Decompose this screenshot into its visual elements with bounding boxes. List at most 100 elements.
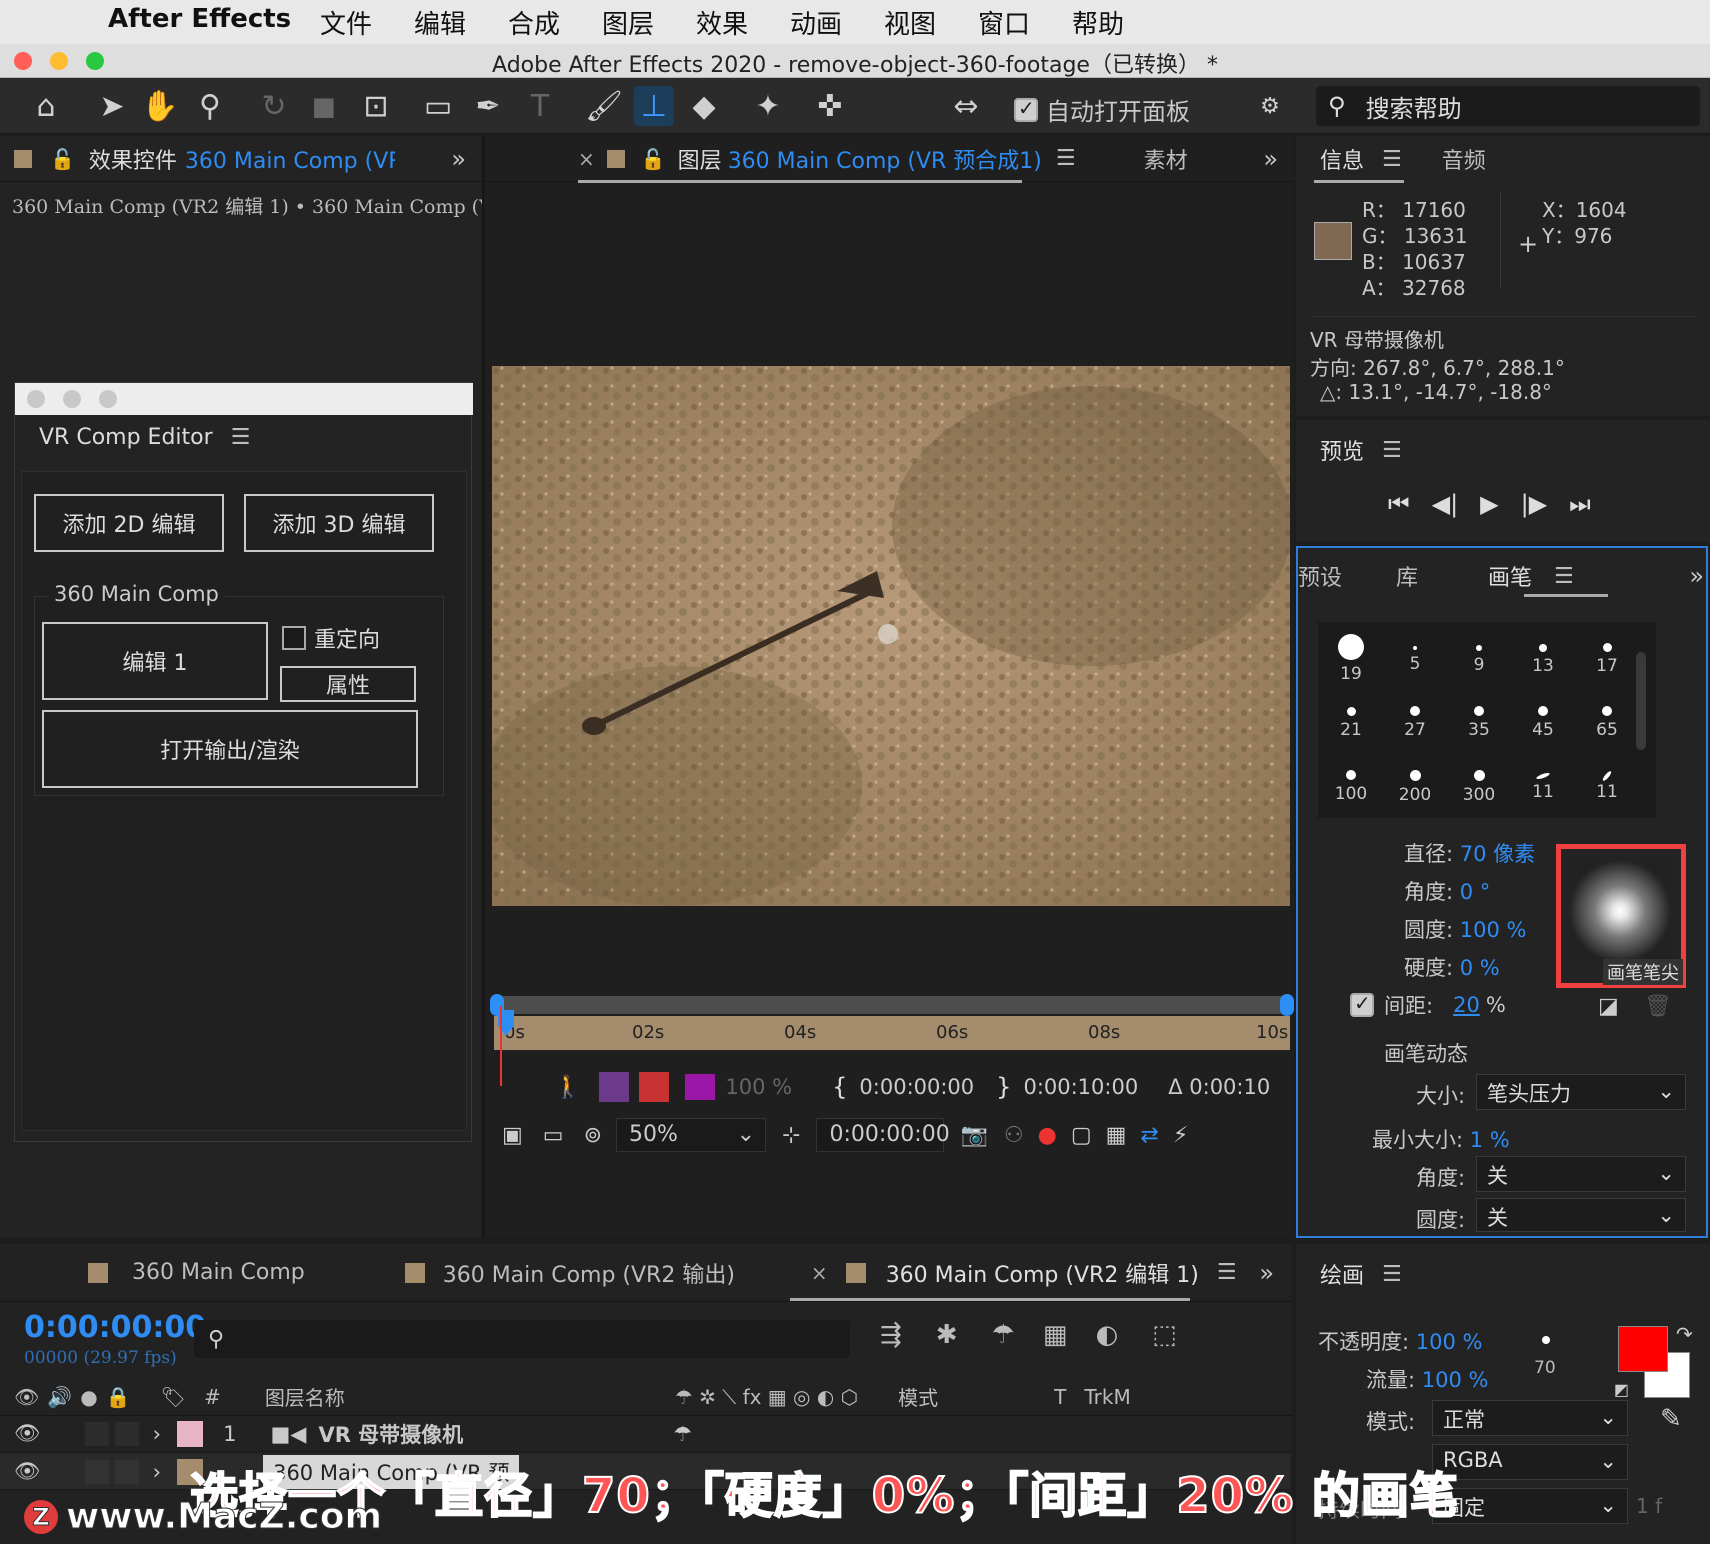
menu-file[interactable]: 文件 (320, 4, 372, 41)
info-menu-icon[interactable]: ☰ (1382, 147, 1402, 172)
eraser-tool-icon[interactable]: ◆ (684, 86, 724, 126)
menu-composition[interactable]: 合成 (508, 4, 560, 41)
video-visibility-icon[interactable]: 👁 (14, 1385, 39, 1409)
column-layer-name[interactable]: 图层名称 (265, 1382, 345, 1411)
current-time-field[interactable]: 0:00:00:00 (816, 1118, 950, 1152)
3d-view-icon[interactable]: ⇄ (1140, 1123, 1158, 1148)
always-preview-icon[interactable]: ▣ (502, 1123, 523, 1148)
eyedropper-icon[interactable]: ✎ (1660, 1404, 1682, 1434)
brush-tip-9[interactable]: 9 (1450, 632, 1508, 690)
dyn-angle-dropdown[interactable]: 关 ⌄ (1476, 1156, 1686, 1192)
spacing-value[interactable]: 20 (1453, 993, 1480, 1017)
menu-edit[interactable]: 编辑 (414, 4, 466, 41)
column-mode[interactable]: 模式 (898, 1382, 938, 1411)
footage-frame[interactable] (492, 366, 1290, 906)
roto-brush-tool-icon[interactable]: ✦ (748, 86, 788, 126)
brush-tip-35[interactable]: 35 (1450, 696, 1508, 754)
camera-tool-icon[interactable]: ◼ (304, 86, 344, 126)
timeline-overflow-icon[interactable]: » (1259, 1259, 1274, 1287)
viewer-opacity[interactable]: 100 % (725, 1075, 792, 1099)
rectangle-tool-icon[interactable]: ▭ (418, 86, 458, 126)
brush-tip-5[interactable]: 5 (1386, 632, 1444, 690)
audio-tab[interactable]: 音频 (1442, 143, 1486, 175)
brush-tip-13[interactable]: 13 (1514, 632, 1572, 690)
pan-behind-tool-icon[interactable]: ⊡ (356, 86, 396, 126)
effects-tab-label[interactable]: 效果控件 (89, 143, 177, 175)
open-output-render-button[interactable]: 打开输出/渲染 (42, 710, 418, 788)
channels-icon[interactable]: ● (1038, 1123, 1057, 1148)
timeline-tab-output[interactable]: 360 Main Comp (VR2 输出) (443, 1257, 735, 1289)
onion-color-swatch[interactable] (685, 1074, 716, 1100)
brushes-tab[interactable]: 画笔 (1488, 560, 1532, 592)
library-tab[interactable]: 库 (1396, 560, 1418, 592)
in-point-time[interactable]: 0:00:00:00 (859, 1075, 974, 1099)
brush-tip-11b[interactable]: 11 (1578, 760, 1636, 818)
title-action-safe-icon[interactable]: ⊹ (782, 1123, 800, 1148)
brush-tip-65[interactable]: 65 (1578, 696, 1636, 754)
lock-box[interactable] (114, 1459, 139, 1484)
menu-animation[interactable]: 动画 (790, 4, 842, 41)
region-of-interest-icon[interactable]: ▢ (1071, 1123, 1092, 1148)
visibility-eye-icon[interactable]: 👁 (14, 1459, 41, 1484)
type-tool-icon[interactable]: T (520, 86, 560, 126)
layer-tab-label[interactable]: 图层 (678, 143, 722, 175)
solo-icon[interactable]: ● (80, 1385, 97, 1409)
shy-layers-icon[interactable]: ☂ (992, 1320, 1015, 1350)
viewer-lock-icon[interactable]: 🔓 (641, 147, 666, 171)
hardness-value[interactable]: 0 % (1460, 956, 1500, 980)
frame-blending-icon[interactable]: ▦ (1043, 1320, 1068, 1350)
menu-window[interactable]: 窗口 (978, 4, 1030, 41)
transparency-grid-icon[interactable]: ▦ (1106, 1123, 1127, 1148)
presets-tab[interactable]: 预设 (1298, 560, 1342, 592)
menu-effect[interactable]: 效果 (696, 4, 748, 41)
out-point-time[interactable]: 0:00:10:00 (1023, 1075, 1138, 1099)
lock-column-icon[interactable]: 🔒 (106, 1385, 131, 1409)
add-2d-edit-button[interactable]: 添加 2D 编辑 (34, 494, 224, 552)
paint-channels-dropdown[interactable]: RGBA ⌄ (1432, 1444, 1628, 1480)
roundness-value[interactable]: 100 % (1460, 918, 1527, 942)
brush-tip-300[interactable]: 300 (1450, 760, 1508, 818)
set-in-point-icon[interactable]: { (832, 1073, 847, 1101)
spacing-checkbox[interactable] (1350, 991, 1374, 1017)
brush-tip-11a[interactable]: 11 (1514, 760, 1572, 818)
next-frame-icon[interactable]: |▶ (1521, 490, 1548, 518)
default-colors-icon[interactable]: ◩ (1614, 1380, 1629, 1399)
menu-layer[interactable]: 图层 (602, 4, 654, 41)
play-icon[interactable]: ▶ (1480, 490, 1498, 518)
timeline-tab-main[interactable]: 360 Main Comp (132, 1260, 305, 1285)
selection-tool-icon[interactable]: ➤ (92, 86, 132, 126)
vr-editor-menu-icon[interactable]: ☰ (231, 425, 251, 450)
brush-tip-100[interactable]: 100 (1322, 760, 1380, 818)
auto-open-panels-toggle[interactable]: 自动打开面板 (1014, 92, 1190, 127)
lock-box[interactable] (114, 1421, 139, 1446)
menu-help[interactable]: 帮助 (1072, 4, 1124, 41)
work-area-bar[interactable] (490, 994, 1294, 1016)
properties-button[interactable]: 属性 (280, 666, 416, 702)
dyn-size-dropdown[interactable]: 笔头压力 ⌄ (1476, 1074, 1686, 1110)
brush-tip-45[interactable]: 45 (1514, 696, 1572, 754)
brush-tip-19[interactable]: 19 (1322, 632, 1380, 690)
pen-tool-icon[interactable]: ✒ (468, 86, 508, 126)
show-snapshot-icon[interactable]: ⚇ (1004, 1123, 1024, 1148)
visibility-eye-icon[interactable]: 👁 (14, 1421, 41, 1446)
preview-menu-icon[interactable]: ☰ (1382, 438, 1402, 463)
timeline-search-field[interactable]: ⚲ (194, 1320, 850, 1358)
vr-close-button[interactable] (27, 390, 45, 408)
set-out-point-icon[interactable]: } (996, 1073, 1011, 1101)
new-brush-icon[interactable]: ◪ (1598, 994, 1619, 1019)
foreground-color-swatch[interactable] (1618, 1326, 1668, 1372)
layer-label-color[interactable] (177, 1420, 204, 1447)
auto-open-checkbox[interactable] (1014, 96, 1038, 122)
panel-overflow-icon[interactable]: » (451, 145, 466, 173)
app-menu[interactable]: After Effects (108, 4, 291, 34)
paint-menu-icon[interactable]: ☰ (1382, 1262, 1402, 1287)
timeline-tab-edit[interactable]: 360 Main Comp (VR2 编辑 1) (886, 1257, 1199, 1289)
expand-chevron-icon[interactable]: › (153, 1422, 161, 1446)
rotate-tool-icon[interactable]: ↻ (254, 86, 294, 126)
zoom-tool-icon[interactable]: ⚲ (190, 86, 230, 126)
brush-tip-21[interactable]: 21 (1322, 696, 1380, 754)
puppet-tool-icon[interactable]: ✜ (810, 86, 850, 126)
audio-icon[interactable]: 🔊 (47, 1385, 72, 1409)
last-frame-icon[interactable]: ⏭ (1569, 490, 1591, 518)
paint-mode-dropdown[interactable]: 正常 ⌄ (1432, 1400, 1628, 1436)
